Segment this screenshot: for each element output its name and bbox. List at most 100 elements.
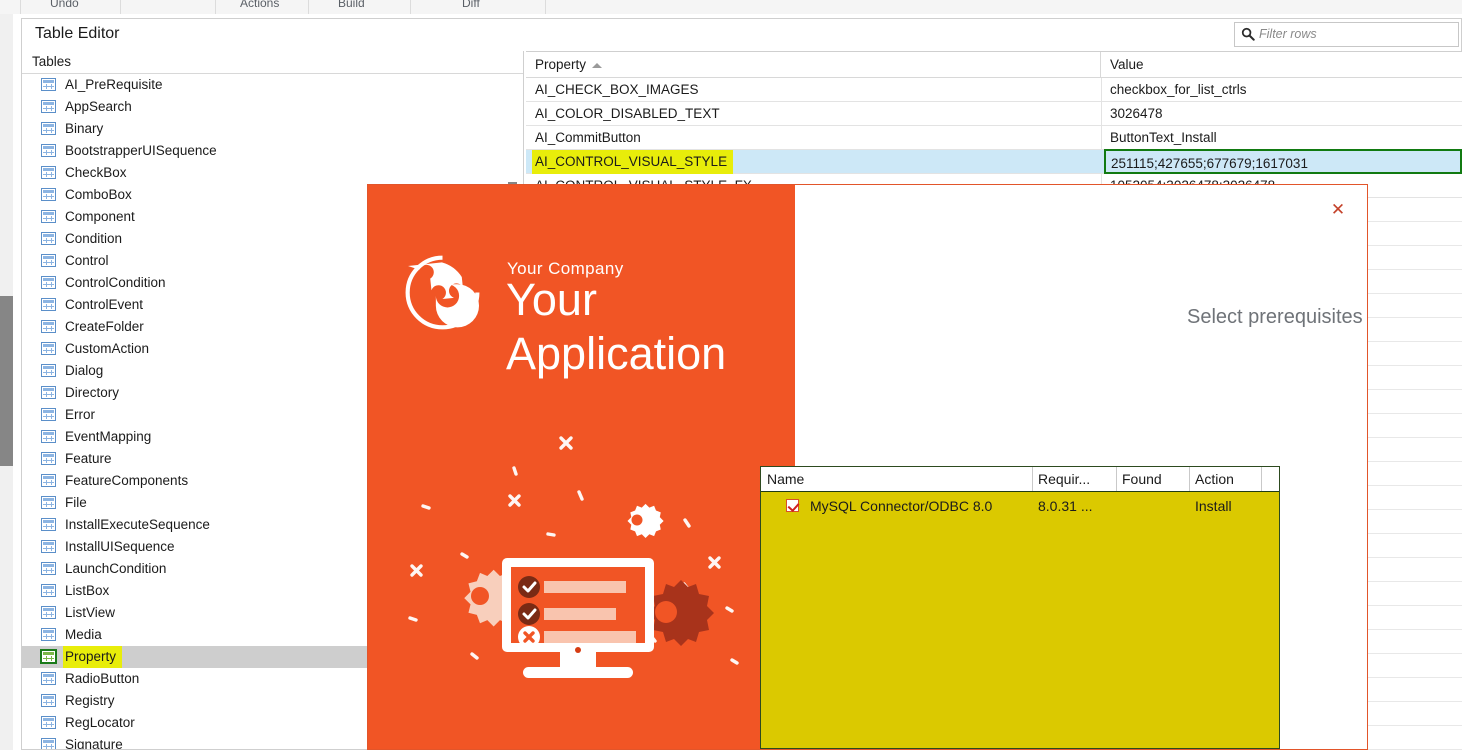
- table-icon: [41, 716, 56, 729]
- prerequisite-checkbox[interactable]: [786, 499, 799, 512]
- sidebar-item-label: ControlEvent: [65, 297, 144, 312]
- table-icon: [41, 518, 56, 531]
- table-icon: [41, 188, 56, 201]
- table-icon: [41, 232, 56, 245]
- sidebar-item-label: InstallUISequence: [65, 539, 175, 554]
- sidebar-item-label: Condition: [65, 231, 123, 246]
- sidebar-item-label: File: [65, 495, 87, 510]
- property-value-cell[interactable]: 251115;427655;677679;1617031: [1104, 149, 1462, 174]
- table-row[interactable]: AI_CommitButton ButtonText_Install: [526, 126, 1462, 150]
- sidebar-item-label: Directory: [65, 385, 120, 400]
- sidebar-item-appsearch[interactable]: AppSearch: [22, 96, 523, 118]
- toolbar-item-build[interactable]: Build: [338, 0, 365, 10]
- sidebar-item-label: ListBox: [65, 583, 110, 598]
- sidebar-item-label: RadioButton: [65, 671, 140, 686]
- sidebar-item-label: BootstrapperUISequence: [65, 143, 217, 158]
- prerequisites-column-separator[interactable]: [1116, 467, 1117, 491]
- column-header-value[interactable]: Value: [1101, 52, 1462, 78]
- property-value-cell[interactable]: checkbox_for_list_ctrls: [1110, 78, 1247, 102]
- table-icon: [41, 276, 56, 289]
- filter-rows-placeholder: Filter rows: [1259, 27, 1317, 41]
- prerequisites-column-separator[interactable]: [1261, 467, 1262, 491]
- sidebar-item-label: CustomAction: [65, 341, 150, 356]
- table-icon: [41, 606, 56, 619]
- property-value-cell[interactable]: 3026478: [1110, 102, 1163, 126]
- table-icon: [41, 496, 56, 509]
- sidebar-item-label: Error: [65, 407, 95, 422]
- prerequisites-column-separator[interactable]: [1032, 467, 1033, 491]
- column-header-property[interactable]: Property: [526, 52, 1101, 78]
- table-icon: [41, 584, 56, 597]
- toolbar-separator: [120, 0, 121, 14]
- prerequisites-list-body[interactable]: MySQL Connector/ODBC 8.0 8.0.31 ... Inst…: [761, 492, 1279, 748]
- sidebar-item-label: ComboBox: [65, 187, 132, 202]
- table-icon: [41, 144, 56, 157]
- table-icon: [41, 320, 56, 333]
- property-name-cell: AI_CHECK_BOX_IMAGES: [535, 82, 699, 97]
- brand-app-name-line1: Your: [506, 274, 597, 325]
- table-icon: [41, 650, 56, 663]
- table-row[interactable]: AI_CONTROL_VISUAL_STYLE 251115;427655;677…: [526, 149, 1462, 174]
- table-icon: [41, 100, 56, 113]
- table-icon: [41, 364, 56, 377]
- page-title: Table Editor: [35, 25, 120, 42]
- toolbar-separator: [20, 0, 21, 14]
- workspace-scrollbar-thumb[interactable]: [0, 296, 13, 466]
- toolbar-item-undo[interactable]: Undo: [50, 0, 79, 10]
- sidebar-item-checkbox[interactable]: CheckBox: [22, 162, 523, 184]
- property-name-cell: AI_COLOR_DISABLED_TEXT: [535, 106, 720, 121]
- search-icon: [1241, 27, 1255, 41]
- toolbar-item-actions[interactable]: Actions: [240, 0, 279, 10]
- property-value-cell[interactable]: ButtonText_Install: [1110, 126, 1217, 150]
- close-icon[interactable]: ✕: [1329, 201, 1347, 219]
- sort-ascending-icon: [592, 63, 602, 68]
- filter-rows-input[interactable]: Filter rows: [1234, 22, 1459, 47]
- prerequisites-column-header-found[interactable]: Found: [1116, 467, 1189, 491]
- table-icon: [41, 386, 56, 399]
- brand-app-name-line2: Application: [506, 328, 727, 379]
- sidebar-item-label: CreateFolder: [65, 319, 144, 334]
- table-icon: [41, 122, 56, 135]
- sidebar-item-binary[interactable]: Binary: [22, 118, 523, 140]
- table-icon: [41, 694, 56, 707]
- sidebar-item-label: InstallExecuteSequence: [65, 517, 210, 532]
- workspace-scrollbar[interactable]: [0, 14, 13, 750]
- sidebar-item-bootstrapperuisequence[interactable]: BootstrapperUISequence: [22, 140, 523, 162]
- table-row[interactable]: AI_CHECK_BOX_IMAGES checkbox_for_list_ctr…: [526, 78, 1462, 102]
- property-name-cell: AI_CommitButton: [535, 130, 641, 145]
- list-item[interactable]: MySQL Connector/ODBC 8.0 8.0.31 ... Inst…: [761, 492, 1279, 520]
- toolbar-separator: [410, 0, 411, 14]
- dialog-heading: Select prerequisites to be installed: [1187, 306, 1367, 328]
- table-icon: [41, 408, 56, 421]
- table-icon: [41, 254, 56, 267]
- prerequisites-list[interactable]: Name Requir... Found Action MySQL Connector…: [760, 466, 1280, 749]
- prerequisites-column-header-action[interactable]: Action: [1189, 467, 1261, 491]
- table-icon: [41, 540, 56, 553]
- table-icon: [41, 738, 56, 749]
- prerequisites-column-separator[interactable]: [1189, 467, 1190, 491]
- table-icon: [41, 342, 56, 355]
- prerequisite-required-version: 8.0.31 ...: [1038, 498, 1093, 514]
- sidebar-item-ai_prerequisite[interactable]: AI_PreRequisite: [22, 74, 523, 96]
- toolbar-separator: [545, 0, 546, 14]
- table-editor-titlebar: Table Editor Filter rows: [21, 18, 1462, 51]
- sidebar-item-label: ListView: [65, 605, 116, 620]
- toolbar-item-diff[interactable]: Diff: [462, 0, 480, 10]
- sidebar-item-label: FeatureComponents: [65, 473, 189, 488]
- puzzle-piece-logo-icon: [405, 255, 480, 330]
- sidebar-item-label: EventMapping: [65, 429, 152, 444]
- table-row[interactable]: AI_COLOR_DISABLED_TEXT 3026478: [526, 102, 1462, 126]
- prerequisites-column-header-requir[interactable]: Requir...: [1032, 467, 1116, 491]
- sidebar-item-label: ControlCondition: [65, 275, 166, 290]
- sidebar-item-label: AppSearch: [65, 99, 132, 114]
- prerequisites-illustration: [408, 436, 739, 678]
- table-icon: [41, 298, 56, 311]
- prerequisites-column-header-name[interactable]: Name: [761, 467, 1032, 491]
- property-name-cell: AI_CONTROL_VISUAL_STYLE: [532, 150, 734, 174]
- dialog-branding-panel: Your Company Your Application: [368, 185, 795, 749]
- column-header-value-label: Value: [1110, 57, 1144, 72]
- sidebar-item-label: Registry: [65, 693, 115, 708]
- toolbar-separator: [215, 0, 216, 14]
- sidebar-item-label: CheckBox: [65, 165, 127, 180]
- sidebar-item-label: Signature: [65, 737, 123, 750]
